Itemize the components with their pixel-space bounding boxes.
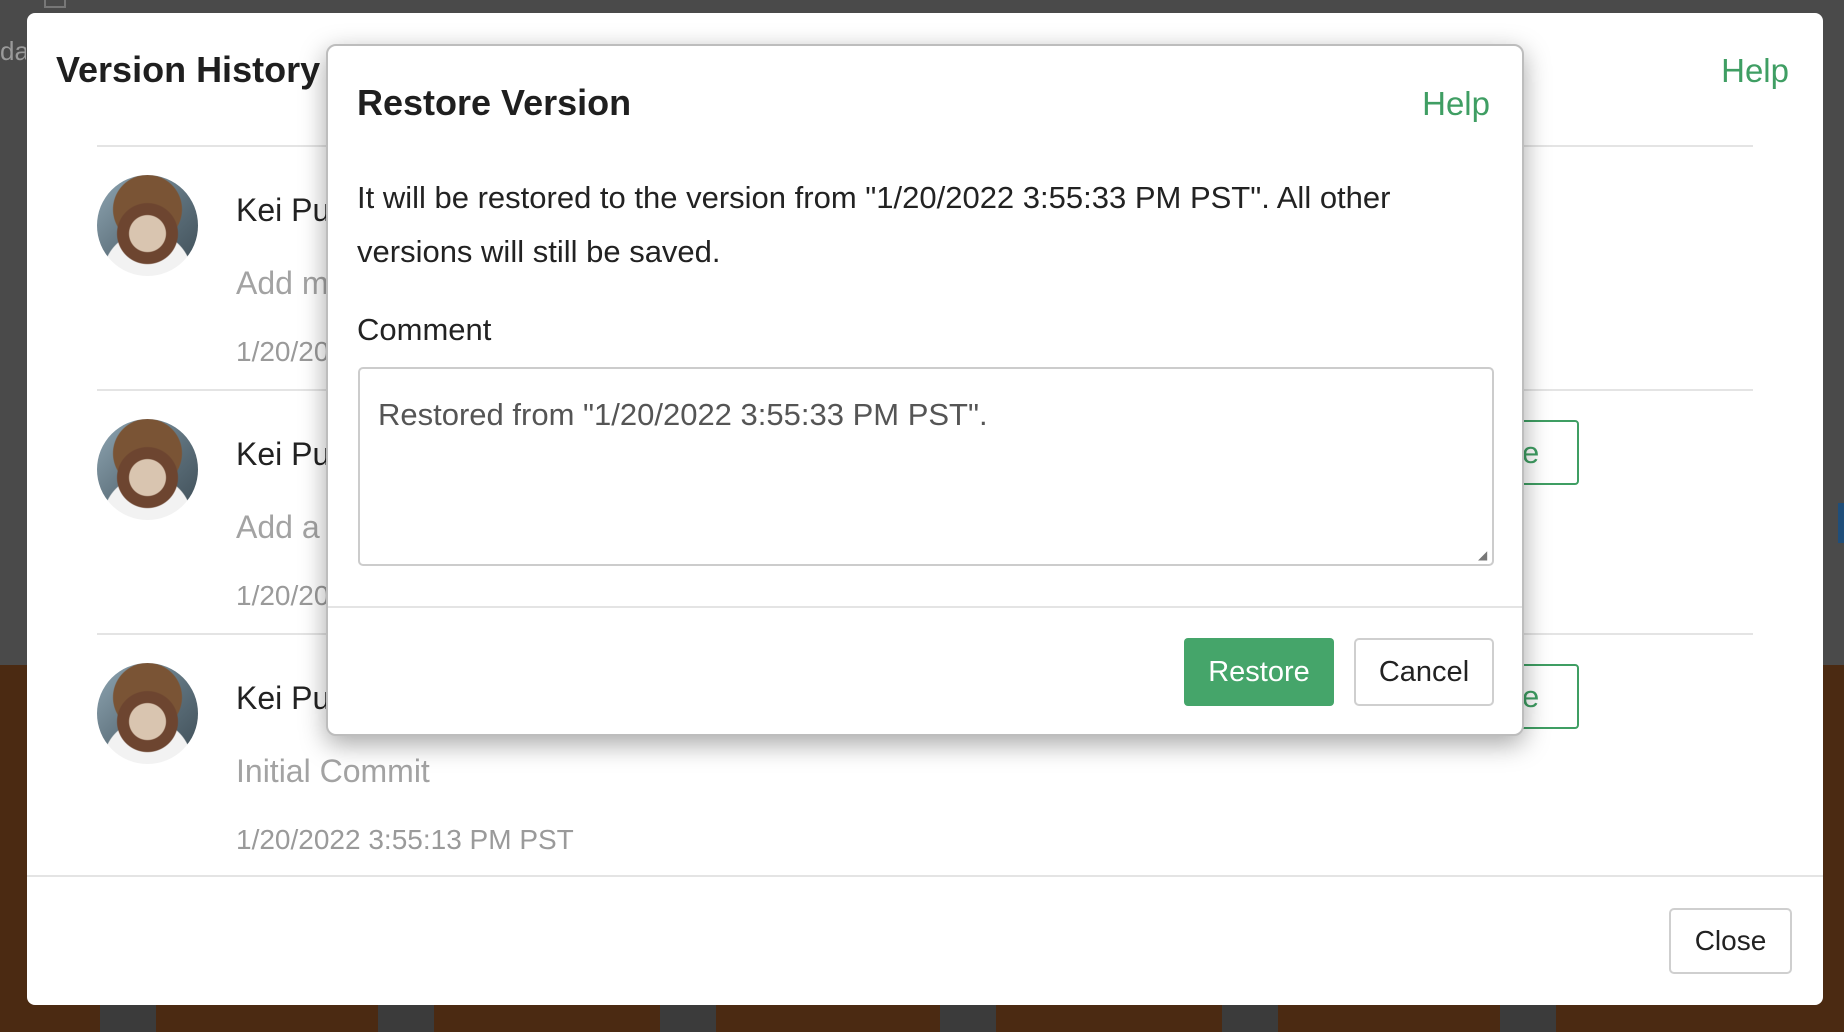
version-author: Kei Pu — [236, 436, 331, 472]
background-text-fragment: da — [0, 36, 26, 66]
restore-dialog-help-link[interactable]: Help — [1422, 85, 1490, 123]
close-button[interactable]: Close — [1669, 908, 1792, 974]
version-date: 1/20/20 — [236, 336, 330, 367]
avatar — [97, 419, 198, 520]
restore-version-dialog: Restore Version Help It will be restored… — [326, 44, 1524, 736]
version-date: 1/20/2022 3:55:13 PM PST — [236, 824, 574, 855]
background-accent-bar — [1838, 503, 1844, 543]
restore-description: It will be restored to the version from … — [357, 180, 1391, 269]
toolbar-icon — [44, 0, 66, 8]
cancel-button[interactable]: Cancel — [1354, 638, 1494, 706]
version-message[interactable]: Initial Commit — [236, 753, 430, 790]
comment-label: Comment — [357, 312, 492, 347]
comment-textarea[interactable] — [358, 367, 1494, 566]
version-history-title: Version History — [56, 49, 321, 90]
dialog-footer-divider — [328, 606, 1522, 608]
version-message[interactable]: Add m — [236, 265, 328, 302]
version-message[interactable]: Add a — [236, 509, 320, 546]
resize-handle-icon[interactable]: ◢ — [1478, 548, 1492, 562]
version-author: Kei Pu — [236, 680, 331, 716]
avatar — [97, 663, 198, 764]
version-date: 1/20/20 — [236, 580, 330, 611]
version-history-help-link[interactable]: Help — [1721, 52, 1789, 90]
restore-dialog-title: Restore Version — [357, 82, 632, 123]
footer-divider — [27, 875, 1823, 877]
restore-confirm-button[interactable]: Restore — [1184, 638, 1334, 706]
avatar — [97, 175, 198, 276]
version-author: Kei Pu — [236, 192, 331, 228]
